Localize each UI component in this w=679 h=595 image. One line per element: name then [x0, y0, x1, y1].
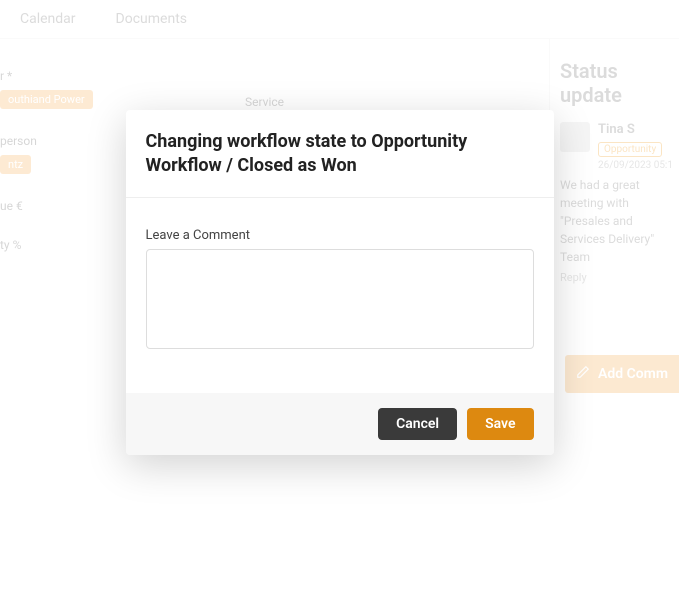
comment-textarea[interactable] — [146, 249, 534, 349]
modal-backdrop: Changing workflow state to Opportunity W… — [0, 0, 679, 595]
save-button[interactable]: Save — [467, 408, 533, 440]
modal-title: Changing workflow state to Opportunity W… — [146, 130, 534, 179]
cancel-button[interactable]: Cancel — [378, 408, 457, 440]
workflow-state-modal: Changing workflow state to Opportunity W… — [126, 110, 554, 455]
comment-label: Leave a Comment — [146, 228, 534, 243]
